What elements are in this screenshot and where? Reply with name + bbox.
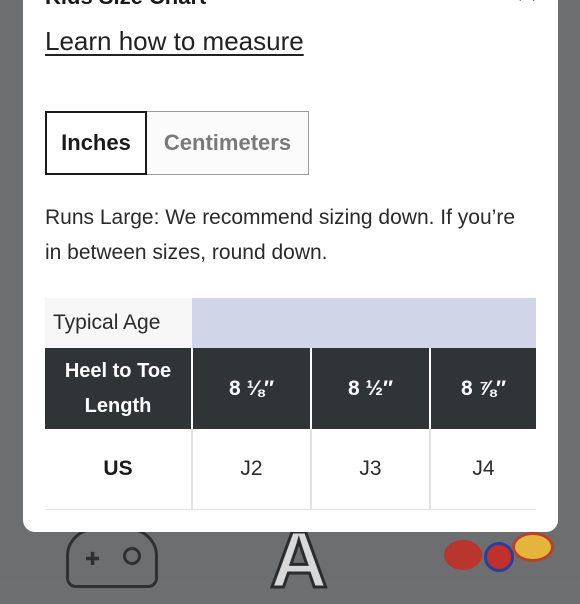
modal-title: Kids Size Chart (45, 0, 206, 8)
game-controller-image: ✚ (66, 528, 158, 588)
centimeters-tab[interactable]: Centimeters (147, 112, 308, 174)
spider-charm-icon (484, 542, 514, 572)
us-size-value: J2 (191, 429, 311, 509)
typical-age-values (192, 298, 536, 348)
heel-to-toe-row: Heel to Toe Length 8 ⅛″ 8 ½″ 8 ⅞″ (45, 348, 536, 429)
heel-to-toe-value: 8 ½″ (310, 348, 430, 429)
charms-image (444, 532, 564, 580)
sizing-note: Runs Large: We recommend sizing down. If… (45, 206, 515, 264)
typical-age-row: Typical Age (45, 298, 536, 348)
dpad-icon: ✚ (85, 549, 101, 569)
us-size-value: J3 (310, 429, 430, 509)
unit-toggle: Inches Centimeters (45, 111, 309, 175)
inches-tab[interactable]: Inches (45, 111, 147, 175)
heel-to-toe-value: 8 ⅞″ (429, 348, 536, 429)
red-charm-icon (444, 540, 482, 570)
close-icon[interactable]: ✕ (512, 0, 542, 14)
learn-how-to-measure-link[interactable]: Learn how to measure (45, 26, 304, 57)
controller-button-icon (123, 547, 141, 565)
yellow-charm-icon (512, 532, 554, 562)
heel-to-toe-value: 8 ⅛″ (191, 348, 311, 429)
us-label: US (45, 429, 192, 509)
us-size-value: J4 (429, 429, 536, 509)
us-size-row: US J2 J3 J4 (45, 429, 536, 509)
size-chart-modal: Kids Size Chart ✕ Learn how to measure I… (23, 0, 558, 532)
typical-age-label: Typical Age (45, 298, 192, 348)
heel-to-toe-label: Heel to Toe Length (45, 348, 192, 429)
letter-charm-image: A (269, 515, 330, 604)
size-table: Typical Age Heel to Toe Length 8 ⅛″ 8 ½″… (45, 298, 536, 510)
